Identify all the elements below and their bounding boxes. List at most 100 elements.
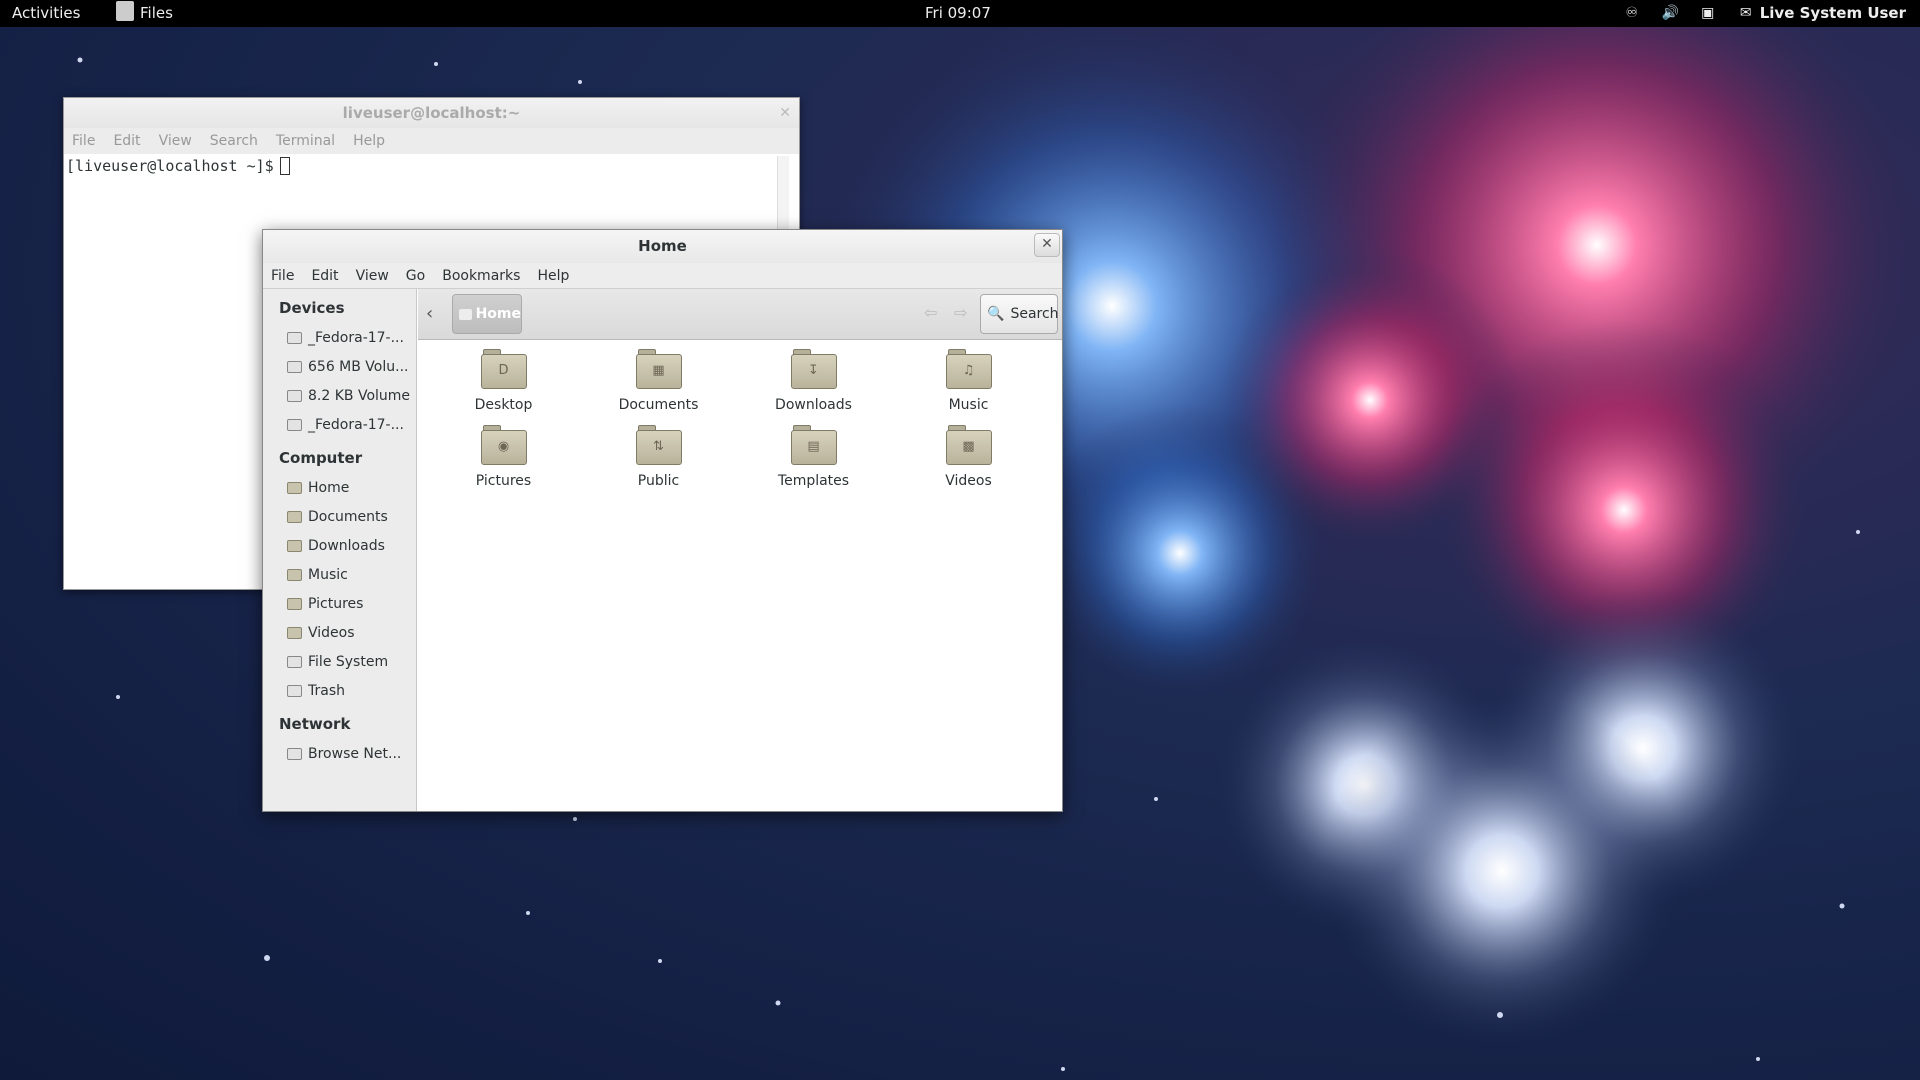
files-menu-help[interactable]: Help <box>537 268 569 284</box>
folder-label: Videos <box>945 473 992 489</box>
downloads-folder-icon: ↧ <box>790 349 837 389</box>
sidebar-item-label: 656 MB Volu... <box>308 358 409 375</box>
folder-label: Pictures <box>475 473 532 489</box>
folder-music[interactable]: ♫ Music <box>891 349 1046 413</box>
drive-icon <box>287 389 302 402</box>
close-icon[interactable]: ✕ <box>779 98 791 128</box>
folder-grid: D Desktop ▦ Documents ↧ Downloads ♫ Musi… <box>418 341 1062 489</box>
terminal-prompt: [liveuser@localhost ~]$ <box>66 157 274 175</box>
drive-icon <box>287 360 302 373</box>
network-header: Network <box>279 715 351 733</box>
sidebar-item-label: Trash <box>308 682 345 699</box>
folder-downloads[interactable]: ↧ Downloads <box>736 349 891 413</box>
files-title: Home <box>638 237 687 255</box>
drive-icon <box>287 331 302 344</box>
sidebar-item-trash[interactable]: Trash <box>263 676 416 705</box>
sidebar-item-downloads[interactable]: Downloads <box>263 531 416 560</box>
terminal-menu-search[interactable]: Search <box>210 133 258 149</box>
home-folder-icon <box>287 481 302 494</box>
folder-label: Templates <box>777 473 850 489</box>
search-icon: 🔍 <box>987 306 1005 322</box>
sidebar-item-label: Music <box>308 566 348 583</box>
folder-label: Downloads <box>775 397 852 413</box>
file-view[interactable]: D Desktop ▦ Documents ↧ Downloads ♫ Musi… <box>418 341 1062 811</box>
back-arrow-icon[interactable]: ⇦ <box>924 303 937 322</box>
user-name: Live System User <box>1759 4 1906 22</box>
pictures-folder-icon: ◉ <box>480 425 527 465</box>
user-menu[interactable]: ✉ Live System User <box>1738 4 1906 22</box>
sidebar-item-label: File System <box>308 653 389 670</box>
sidebar-item-656mb-volume[interactable]: 656 MB Volu... <box>263 352 416 381</box>
trash-icon <box>287 684 302 697</box>
files-window: Home ✕ File Edit View Go Bookmarks Help … <box>262 229 1063 812</box>
close-button[interactable]: ✕ <box>1034 233 1060 257</box>
sidebar-item-browse-network[interactable]: Browse Net... <box>263 739 416 768</box>
drive-icon <box>287 418 302 431</box>
home-icon <box>459 308 472 320</box>
sidebar-item-documents[interactable]: Documents <box>263 502 416 531</box>
terminal-menu-help[interactable]: Help <box>353 133 385 149</box>
files-app-icon <box>116 1 134 21</box>
terminal-menu-file[interactable]: File <box>72 133 95 149</box>
folder-videos[interactable]: ▩ Videos <box>891 425 1046 489</box>
sidebar-item-home[interactable]: Home <box>263 473 416 502</box>
breadcrumb-home[interactable]: Home <box>452 294 522 334</box>
terminal-title: liveuser@localhost:~ <box>342 104 521 122</box>
sidebar-item-label: Videos <box>308 624 355 641</box>
files-titlebar[interactable]: Home ✕ <box>263 230 1062 263</box>
files-menu-go[interactable]: Go <box>406 268 425 284</box>
clock[interactable]: Fri 09:07 <box>925 4 991 22</box>
chat-status-icon: ✉ <box>1739 5 1752 21</box>
folder-pictures[interactable]: ◉ Pictures <box>426 425 581 489</box>
files-menu-view[interactable]: View <box>356 268 389 284</box>
activities-button[interactable]: Activities <box>12 4 80 22</box>
search-label: Search <box>1010 306 1059 322</box>
sidebar-item-label: _Fedora-17-... <box>308 329 404 346</box>
folder-label: Music <box>948 397 989 413</box>
desktop-folder-icon: D <box>480 349 527 389</box>
sidebar-item-label: Browse Net... <box>308 745 402 762</box>
firework-white-3 <box>1322 691 1682 1051</box>
sidebar-item-label: Downloads <box>308 537 385 554</box>
network-icon[interactable]: ▣ <box>1700 5 1716 21</box>
search-button[interactable]: 🔍 Search <box>980 294 1059 334</box>
chevron-left-icon[interactable]: ‹ <box>426 303 433 324</box>
files-menubar: File Edit View Go Bookmarks Help <box>263 263 1062 289</box>
sidebar-item-fedora-1[interactable]: _Fedora-17-... <box>263 323 416 352</box>
terminal-menu-terminal[interactable]: Terminal <box>276 133 335 149</box>
terminal-menubar: File Edit View Search Terminal Help <box>64 128 799 154</box>
sidebar-item-music[interactable]: Music <box>263 560 416 589</box>
sidebar-item-pictures[interactable]: Pictures <box>263 589 416 618</box>
file-system-icon <box>287 655 302 668</box>
files-menu-edit[interactable]: Edit <box>311 268 338 284</box>
files-menu-file[interactable]: File <box>271 268 294 284</box>
sidebar-item-fedora-2[interactable]: _Fedora-17-... <box>263 410 416 439</box>
app-menu-label: Files <box>140 4 173 22</box>
sidebar-item-8kb-volume[interactable]: 8.2 KB Volume <box>263 381 416 410</box>
terminal-output[interactable]: [liveuser@localhost ~]$ <box>64 154 799 178</box>
sidebar-item-label: Pictures <box>308 595 364 612</box>
sidebar-item-label: Documents <box>308 508 388 525</box>
sidebar-item-label: Home <box>308 479 350 496</box>
volume-icon[interactable]: 🔊 <box>1662 5 1679 21</box>
forward-arrow-icon[interactable]: ⇨ <box>954 303 967 322</box>
accessibility-icon[interactable]: ♾ <box>1624 5 1640 21</box>
files-menu-bookmarks[interactable]: Bookmarks <box>442 268 520 284</box>
sidebar-item-label: 8.2 KB Volume <box>308 387 411 404</box>
downloads-folder-icon <box>287 539 302 552</box>
terminal-titlebar[interactable]: liveuser@localhost:~ ✕ <box>64 98 799 128</box>
videos-folder-icon: ▩ <box>945 425 992 465</box>
terminal-menu-edit[interactable]: Edit <box>113 133 140 149</box>
top-bar: Activities Files Fri 09:07 ♾ 🔊 ▣ ✉ Live … <box>0 0 1920 27</box>
folder-documents[interactable]: ▦ Documents <box>581 349 736 413</box>
folder-desktop[interactable]: D Desktop <box>426 349 581 413</box>
breadcrumb-label: Home <box>475 306 521 322</box>
sidebar-item-videos[interactable]: Videos <box>263 618 416 647</box>
folder-templates[interactable]: ▤ Templates <box>736 425 891 489</box>
sidebar-item-file-system[interactable]: File System <box>263 647 416 676</box>
network-icon <box>287 747 302 760</box>
terminal-cursor <box>279 157 290 175</box>
folder-public[interactable]: ⇅ Public <box>581 425 736 489</box>
terminal-menu-view[interactable]: View <box>159 133 192 149</box>
app-menu[interactable]: Files <box>116 1 173 22</box>
